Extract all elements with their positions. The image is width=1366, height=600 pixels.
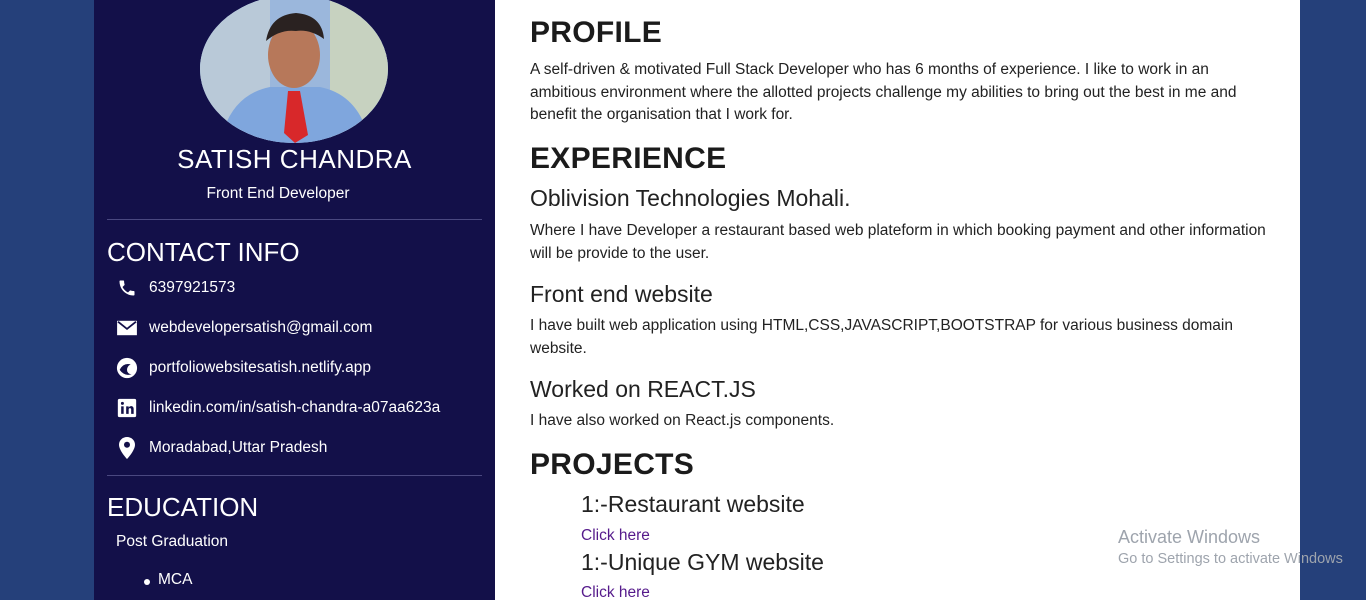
profile-text: A self-driven & motivated Full Stack Dev… xyxy=(530,61,1237,123)
divider xyxy=(107,475,482,476)
contact-heading: CONTACT INFO xyxy=(107,237,300,267)
experience-text: I have also worked on React.js component… xyxy=(530,412,835,429)
location-pin-icon xyxy=(116,437,138,459)
education-list: MCA xyxy=(142,571,192,594)
project-link[interactable]: Click here xyxy=(581,527,650,545)
linkedin-icon xyxy=(116,397,138,419)
education-heading: EDUCATION xyxy=(107,492,259,522)
profile-heading: PROFILE xyxy=(530,16,663,49)
experience-title: Oblivision Technologies Mohali. xyxy=(530,185,851,211)
contact-linkedin-text[interactable]: linkedin.com/in/satish-chandra-a07aa623a xyxy=(149,399,440,417)
avatar-photo xyxy=(200,0,388,143)
experience-text: Where I have Developer a restaurant base… xyxy=(530,222,1266,262)
contact-website-text[interactable]: portfoliowebsitesatish.netlify.app xyxy=(149,359,371,377)
education-item: MCA xyxy=(142,571,192,594)
experience-title: Worked on REACT.JS xyxy=(530,376,756,402)
contact-website[interactable]: portfoliowebsitesatish.netlify.app xyxy=(116,356,371,380)
project-title: 1:-Unique GYM website xyxy=(581,549,824,575)
experience-title: Front end website xyxy=(530,281,713,307)
activate-windows-subtitle: Go to Settings to activate Windows xyxy=(1118,551,1343,567)
experience-heading: EXPERIENCE xyxy=(530,142,727,175)
contact-phone: 6397921573 xyxy=(116,276,235,300)
sidebar: SATISH CHANDRA Front End Developer CONTA… xyxy=(94,0,495,600)
contact-phone-text: 6397921573 xyxy=(149,279,236,296)
mail-icon xyxy=(116,317,138,339)
experience-text: I have built web application using HTML,… xyxy=(530,317,1233,357)
projects-heading: PROJECTS xyxy=(530,448,695,481)
divider xyxy=(107,219,482,220)
contact-linkedin[interactable]: linkedin.com/in/satish-chandra-a07aa623a xyxy=(116,396,440,420)
phone-icon xyxy=(116,277,138,299)
contact-location: Moradabad,Uttar Pradesh xyxy=(116,436,327,460)
contact-email[interactable]: webdevelopersatish@gmail.com xyxy=(116,316,372,340)
project-link[interactable]: Click here xyxy=(581,584,650,600)
contact-location-text: Moradabad,Uttar Pradesh xyxy=(149,439,328,456)
main-content: PROFILE A self-driven & motivated Full S… xyxy=(495,0,1300,600)
activate-windows-title: Activate Windows xyxy=(1118,527,1261,547)
project-title: 1:-Restaurant website xyxy=(581,491,805,517)
profile-name: SATISH CHANDRA xyxy=(177,144,412,174)
contact-email-text[interactable]: webdevelopersatish@gmail.com xyxy=(149,319,372,337)
globe-icon xyxy=(116,357,138,379)
education-level: Post Graduation xyxy=(116,533,229,550)
avatar xyxy=(200,0,388,143)
profile-role: Front End Developer xyxy=(206,185,350,202)
